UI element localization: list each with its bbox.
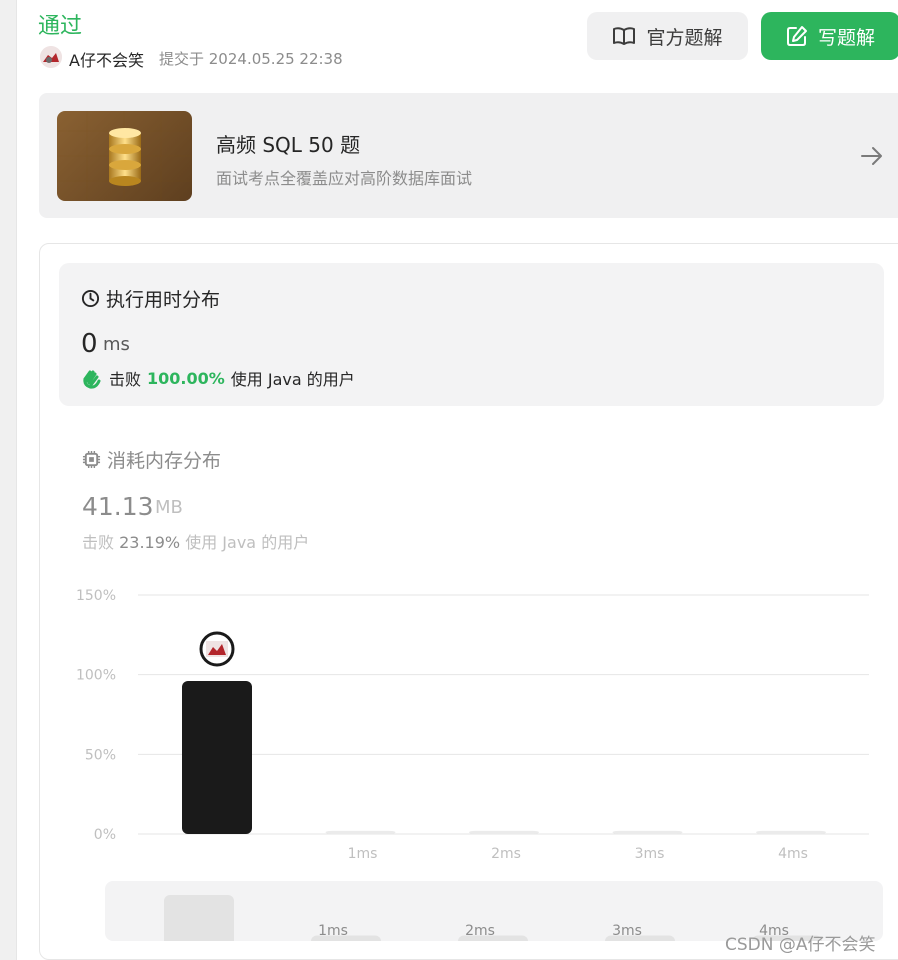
bar	[325, 830, 396, 834]
mini-x-label: 2ms	[465, 923, 495, 939]
left-sidebar-edge	[0, 0, 17, 960]
write-solution-button[interactable]: 写题解	[761, 12, 898, 60]
y-tick-label: 0%	[94, 827, 116, 843]
avatar[interactable]	[40, 46, 62, 68]
watermark: CSDN @A仔不会笑	[725, 935, 876, 955]
x-tick-label: 2ms	[491, 846, 521, 862]
bar	[612, 830, 683, 834]
runtime-distribution-chart[interactable]: 0% 50% 100% 150% 1ms 2ms 3ms 4ms	[40, 244, 898, 959]
user-marker-avatar	[199, 631, 235, 667]
avatar-image	[40, 46, 62, 68]
x-tick-label: 1ms	[348, 846, 378, 862]
submission-status: 通过	[38, 14, 83, 39]
banner-title: 高频 SQL 50 题	[216, 133, 361, 157]
mini-bar	[164, 895, 234, 941]
y-tick-label: 150%	[76, 588, 116, 604]
bar	[756, 830, 826, 834]
database-icon	[57, 111, 192, 201]
x-tick-label: 4ms	[778, 846, 808, 862]
official-solution-button[interactable]: 官方题解	[587, 12, 748, 60]
study-plan-banner[interactable]: 高频 SQL 50 题 面试考点全覆盖应对高阶数据库面试	[39, 93, 898, 218]
write-solution-label: 写题解	[817, 26, 875, 49]
arrow-right-icon	[861, 147, 882, 165]
edit-icon	[786, 26, 807, 46]
bar	[469, 830, 539, 834]
submitted-time: 提交于 2024.05.25 22:38	[159, 50, 343, 68]
mini-x-label: 3ms	[612, 923, 642, 939]
book-icon	[613, 27, 636, 45]
y-tick-label: 50%	[85, 747, 116, 763]
bar-user	[182, 681, 252, 834]
author-name[interactable]: A仔不会笑	[69, 47, 144, 71]
result-card: 执行用时分布 0 ms 击败 100.00% 使用 Java 的用户 消耗内存分…	[39, 243, 898, 960]
y-tick-label: 100%	[76, 668, 116, 684]
x-tick-label: 3ms	[635, 846, 665, 862]
official-solution-label: 官方题解	[646, 26, 723, 49]
banner-subtitle: 面试考点全覆盖应对高阶数据库面试	[216, 169, 473, 188]
mini-x-label: 1ms	[318, 923, 348, 939]
